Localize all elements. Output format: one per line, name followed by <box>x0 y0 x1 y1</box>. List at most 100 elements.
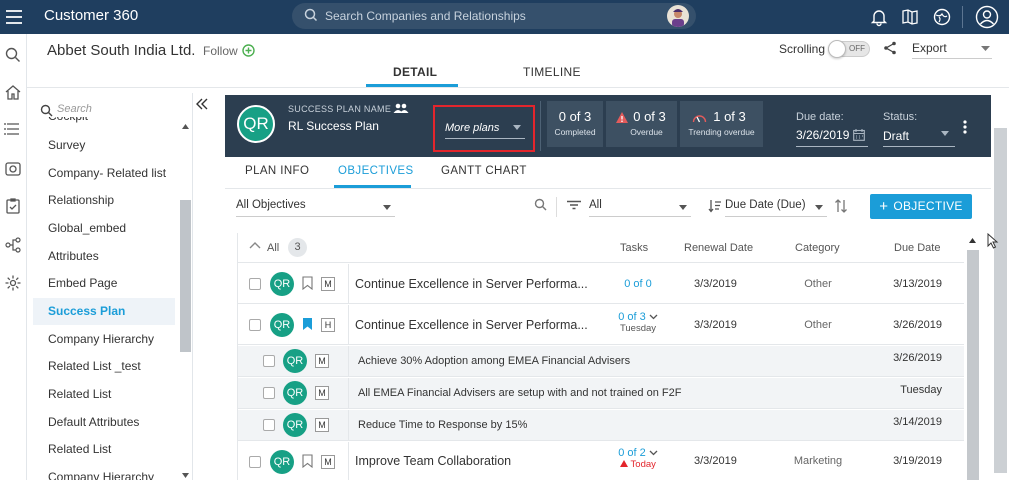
add-objective-button[interactable]: + OBJECTIVE <box>870 194 972 219</box>
task-count[interactable]: 0 of 0 <box>608 278 668 290</box>
row-checkbox[interactable] <box>263 387 275 399</box>
sidebar-item-company-hierarchy-2[interactable]: Company Hierarchy <box>33 464 175 480</box>
objectives-filter-dropdown[interactable]: All Objectives <box>236 199 395 217</box>
objective-title[interactable]: Improve Team Collaboration <box>355 454 511 468</box>
table-row[interactable]: QR M Reduce Time to Response by 15% 3/14… <box>238 410 964 441</box>
gear-icon[interactable] <box>4 274 22 292</box>
collapse-sidebar-icon[interactable] <box>195 97 209 111</box>
clipboard-check-icon[interactable] <box>4 197 22 215</box>
list-icon[interactable] <box>4 120 22 138</box>
search-icon[interactable] <box>534 198 547 211</box>
objective-title[interactable]: All EMEA Financial Advisers are setup wi… <box>358 387 681 399</box>
renewal-date: 3/3/2019 <box>694 278 737 290</box>
tab-timeline[interactable]: TIMELINE <box>523 65 581 79</box>
scroll-down-icon[interactable] <box>182 473 189 478</box>
chevron-down-icon[interactable] <box>649 450 658 456</box>
filter-lines-icon <box>567 200 581 210</box>
sidebar-item-company-related-list[interactable]: Company- Related list <box>33 160 175 187</box>
sidebar-search-input[interactable] <box>57 103 167 115</box>
sidebar-item-related-list-2[interactable]: Related List <box>33 436 175 463</box>
more-plans-dropdown[interactable]: More plans <box>433 105 535 152</box>
add-circle-icon[interactable] <box>242 44 255 57</box>
export-dropdown[interactable]: Export <box>912 41 992 59</box>
chevron-up-icon[interactable] <box>249 241 261 249</box>
renewal-date: 3/3/2019 <box>694 319 737 331</box>
profile-icon[interactable] <box>975 5 999 29</box>
status-dropdown[interactable]: Draft <box>883 129 909 143</box>
table-row[interactable]: QR M Improve Team Collaboration 0 of 2 T… <box>238 442 964 480</box>
chevron-down-icon[interactable] <box>649 314 658 320</box>
task-count-cell[interactable]: 0 of 2 Today <box>608 447 668 470</box>
scrolling-toggle[interactable]: OFF <box>828 40 870 58</box>
header-renewal-date[interactable]: Renewal Date <box>684 242 753 254</box>
users-icon[interactable] <box>393 103 409 114</box>
calendar-icon[interactable] <box>853 129 865 141</box>
sidebar-item-related-list-test[interactable]: Related List _test <box>33 353 175 380</box>
status-filter-dropdown[interactable]: All <box>589 199 691 217</box>
sidebar-item-relationship[interactable]: Relationship <box>33 187 175 214</box>
sidebar-list: Cockpit Survey Company- Related list Rel… <box>33 117 178 480</box>
global-search[interactable] <box>292 3 696 29</box>
sidebar-item-success-plan[interactable]: Success Plan <box>33 298 175 325</box>
sidebar-item-cockpit[interactable]: Cockpit <box>33 117 175 130</box>
sidebar-item-embed-page[interactable]: Embed Page <box>33 270 175 297</box>
header-tasks[interactable]: Tasks <box>620 242 648 254</box>
global-search-input[interactable] <box>325 3 645 29</box>
table-row[interactable]: QR M Continue Excellence in Server Perfo… <box>238 264 964 304</box>
sidebar-item-survey[interactable]: Survey <box>33 132 175 159</box>
sort-dropdown[interactable]: Due Date (Due) <box>725 199 827 217</box>
hierarchy-icon[interactable] <box>4 236 22 254</box>
tab-plan-info[interactable]: PLAN INFO <box>245 165 309 177</box>
stat-trending-overdue: 1 of 3 Trending overdue <box>680 101 763 147</box>
objective-title[interactable]: Continue Excellence in Server Performa..… <box>355 277 588 291</box>
table-row[interactable]: QR M Achieve 30% Adoption among EMEA Fin… <box>238 346 964 377</box>
tab-gantt-chart[interactable]: GANTT CHART <box>441 165 527 177</box>
due-date-value[interactable]: 3/26/2019 <box>796 128 849 142</box>
column-divider <box>348 442 349 480</box>
caret-down-icon[interactable] <box>941 131 949 136</box>
table-scroll-thumb[interactable] <box>967 250 979 480</box>
table-row[interactable]: QR H Continue Excellence in Server Perfo… <box>238 305 964 345</box>
bookmark-icon[interactable] <box>302 276 313 290</box>
scroll-up-icon[interactable] <box>969 238 976 243</box>
bookmark-icon[interactable] <box>302 454 313 468</box>
objective-title[interactable]: Reduce Time to Response by 15% <box>358 419 527 431</box>
sort-direction-icon[interactable] <box>834 198 848 214</box>
user-avatar-search[interactable] <box>667 5 689 27</box>
follow-link[interactable]: Follow <box>203 44 238 58</box>
share-icon[interactable] <box>883 41 897 55</box>
left-nav-rail <box>0 34 27 480</box>
row-checkbox[interactable] <box>249 278 261 290</box>
bell-icon[interactable] <box>869 7 889 27</box>
home-icon[interactable] <box>4 83 22 101</box>
due-date-label: Due date: <box>796 111 844 123</box>
objective-title[interactable]: Achieve 30% Adoption among EMEA Financia… <box>358 355 630 367</box>
row-checkbox[interactable] <box>263 419 275 431</box>
tab-detail[interactable]: DETAIL <box>393 65 437 79</box>
category: Marketing <box>793 455 843 467</box>
search-icon[interactable] <box>4 46 22 64</box>
sidebar-item-attributes[interactable]: Attributes <box>33 243 175 270</box>
objective-title[interactable]: Continue Excellence in Server Performa..… <box>355 318 588 332</box>
dashboard-icon[interactable] <box>4 160 22 178</box>
row-checkbox[interactable] <box>263 355 275 367</box>
table-row[interactable]: QR M All EMEA Financial Advisers are set… <box>238 378 964 409</box>
row-checkbox[interactable] <box>249 319 261 331</box>
sidebar-scroll-thumb[interactable] <box>180 200 191 352</box>
globe-icon[interactable] <box>932 7 952 27</box>
task-count-cell[interactable]: 0 of 3 Tuesday <box>608 311 668 334</box>
page-scroll-thumb[interactable] <box>994 128 1007 473</box>
book-icon[interactable] <box>900 7 920 27</box>
sidebar-item-global-embed[interactable]: Global_embed <box>33 215 175 242</box>
sidebar-item-related-list[interactable]: Related List <box>33 381 175 408</box>
tab-objectives[interactable]: OBJECTIVES <box>338 165 414 177</box>
row-checkbox[interactable] <box>249 456 261 468</box>
sidebar-item-default-attributes[interactable]: Default Attributes <box>33 409 175 436</box>
sidebar-item-company-hierarchy[interactable]: Company Hierarchy <box>33 326 175 353</box>
header-due-date[interactable]: Due Date <box>894 242 940 254</box>
scroll-up-icon[interactable] <box>182 124 189 129</box>
menu-icon[interactable] <box>4 7 24 27</box>
header-category[interactable]: Category <box>795 242 840 254</box>
bookmark-filled-icon[interactable] <box>302 317 313 331</box>
more-vertical-icon[interactable] <box>963 120 967 134</box>
